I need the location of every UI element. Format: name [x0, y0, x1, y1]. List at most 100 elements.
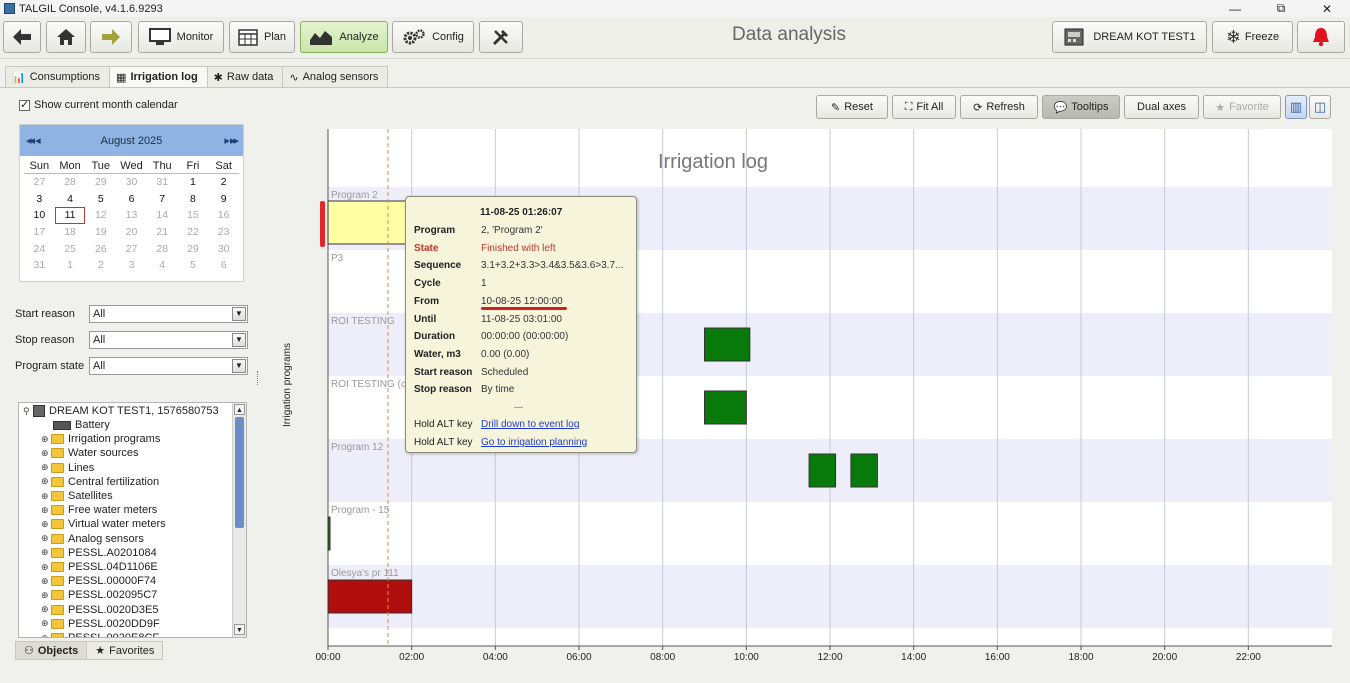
calendar-day[interactable]: 30 [116, 174, 147, 191]
calendar-day[interactable]: 18 [55, 224, 86, 241]
tab-raw-data[interactable]: ✱ Raw data [206, 66, 284, 87]
tree-root[interactable]: ⚲ DREAM KOT TEST1, 1576580753 [23, 404, 219, 418]
calendar-day[interactable]: 20 [116, 224, 147, 241]
calendar-day[interactable]: 19 [85, 224, 116, 241]
calendar-day[interactable]: 13 [116, 207, 147, 224]
calendar-day[interactable]: 5 [85, 191, 116, 208]
calendar-day[interactable]: 29 [85, 174, 116, 191]
calendar-day[interactable]: 10 [24, 207, 55, 224]
tree-expand-icon[interactable]: ⊕ [41, 533, 51, 544]
calendar-day[interactable]: 26 [85, 241, 116, 258]
calendar-day[interactable]: 23 [208, 224, 239, 241]
program-run-bar[interactable] [850, 453, 878, 488]
tab-consumptions[interactable]: 📊 Consumptions [5, 66, 111, 87]
tree-expand-icon[interactable]: ⊕ [41, 618, 51, 629]
calendar-day[interactable]: 12 [85, 207, 116, 224]
calendar-day[interactable]: 4 [55, 191, 86, 208]
calendar-day[interactable]: 3 [24, 191, 55, 208]
freeze-button[interactable]: ❄ Freeze [1212, 21, 1293, 53]
reset-button[interactable]: ✎ Reset [816, 95, 888, 119]
calendar-day[interactable]: 1 [178, 174, 209, 191]
tree-item[interactable]: ⊕ Free water meters [41, 503, 157, 517]
refresh-button[interactable]: ⟳ Refresh [960, 95, 1038, 119]
program-state-select[interactable]: All ▼ [89, 357, 248, 375]
tree-expand-icon[interactable]: ⊕ [41, 590, 51, 601]
tab-favorites[interactable]: ★ Favorites [86, 641, 164, 660]
calendar-day[interactable]: 5 [178, 257, 209, 274]
tree-item[interactable]: ⊕ Virtual water meters [41, 517, 166, 531]
tree-item[interactable]: ⊕ PESSL.0020E8CF [41, 631, 159, 638]
calendar-day[interactable]: 24 [24, 241, 55, 258]
favorite-button[interactable]: ★ Favorite [1203, 95, 1281, 119]
tab-objects[interactable]: ⚇ Objects [15, 641, 88, 660]
layout-single-button[interactable]: ◫ [1309, 95, 1331, 119]
calendar-day[interactable]: 21 [147, 224, 178, 241]
calendar-day[interactable]: 6 [116, 191, 147, 208]
tree-item[interactable]: ⊕ Irrigation programs [41, 432, 160, 446]
calendar-day[interactable]: 3 [116, 257, 147, 274]
program-run-bar[interactable] [704, 327, 751, 362]
calendar-day[interactable]: 9 [208, 191, 239, 208]
tree-expand-icon[interactable]: ⊕ [41, 462, 51, 473]
controller-button[interactable]: DREAM KOT TEST1 [1052, 21, 1207, 53]
program-run-bar[interactable] [327, 516, 331, 551]
calendar-day[interactable]: 27 [116, 241, 147, 258]
calendar-day[interactable]: 31 [147, 174, 178, 191]
tree-item[interactable]: ⊕ PESSL.0020D3E5 [41, 603, 159, 617]
tree-expand-icon[interactable]: ⊕ [41, 491, 51, 502]
monitor-button[interactable]: Monitor [138, 21, 224, 53]
tree-expand-icon[interactable]: ⊕ [41, 562, 51, 573]
tree-expand-icon[interactable]: ⊕ [41, 448, 51, 459]
tab-irrigation-log[interactable]: ▦ Irrigation log [109, 66, 208, 87]
calendar-day[interactable]: 14 [147, 207, 178, 224]
program-run-bar[interactable] [704, 390, 747, 425]
calendar-next-nav[interactable]: ▸ ▸▸ [207, 134, 239, 147]
start-reason-select[interactable]: All ▼ [89, 305, 248, 323]
stop-reason-select[interactable]: All ▼ [89, 331, 248, 349]
irrigation-planning-link[interactable]: Go to irrigation planning [481, 437, 587, 448]
fit-all-button[interactable]: ⛶ Fit All [892, 95, 956, 119]
scrollbar-thumb[interactable] [235, 417, 244, 528]
tree-expand-icon[interactable]: ⊕ [41, 505, 51, 516]
tree-expand-icon[interactable]: ⊕ [41, 476, 51, 487]
tooltips-toggle[interactable]: 💬 Tooltips [1042, 95, 1120, 119]
tree-expand-icon[interactable]: ⊕ [41, 633, 51, 638]
tree-item[interactable]: Battery [43, 418, 110, 432]
panel-splitter[interactable] [257, 371, 260, 385]
tree-expand-icon[interactable]: ⊕ [41, 547, 51, 558]
drill-down-link[interactable]: Drill down to event log [481, 419, 579, 430]
plan-button[interactable]: Plan [229, 21, 295, 53]
analyze-button[interactable]: Analyze [300, 21, 388, 53]
tree-expand-icon[interactable]: ⊕ [41, 576, 51, 587]
calendar-day[interactable]: 27 [24, 174, 55, 191]
calendar-day[interactable]: 2 [85, 257, 116, 274]
show-calendar-checkbox[interactable]: Show current month calendar [19, 98, 178, 111]
calendar-day-selected[interactable]: 11 [54, 207, 86, 225]
program-run-bar[interactable] [808, 453, 837, 488]
scroll-up-icon[interactable]: ▲ [234, 404, 245, 415]
dual-axes-button[interactable]: Dual axes [1124, 95, 1199, 119]
calendar-day[interactable]: 28 [55, 174, 86, 191]
calendar-day[interactable]: 7 [147, 191, 178, 208]
back-button[interactable] [3, 21, 41, 53]
tree-item[interactable]: ⊕ Analog sensors [41, 532, 144, 546]
maximize-button[interactable]: ⧉ [1258, 0, 1304, 17]
tree-expand-icon[interactable]: ⊕ [41, 604, 51, 615]
tree-item[interactable]: ⊕ Lines [41, 461, 94, 475]
program-run-bar[interactable] [327, 200, 407, 245]
calendar-day[interactable]: 17 [24, 224, 55, 241]
calendar-day[interactable]: 6 [208, 257, 239, 274]
alarm-button[interactable] [1297, 21, 1345, 53]
config-button[interactable]: Config [392, 21, 474, 53]
tree-scrollbar[interactable]: ▲ ▼ [232, 403, 246, 637]
tree-item[interactable]: ⊕ PESSL.0020DD9F [41, 617, 160, 631]
calendar-day[interactable]: 25 [55, 241, 86, 258]
calendar-day[interactable]: 28 [147, 241, 178, 258]
calendar-prev-nav[interactable]: ◂◂ ◂ [26, 134, 56, 147]
tree-item[interactable]: ⊕ PESSL.00000F74 [41, 574, 156, 588]
tree-item[interactable]: ⊕ PESSL.A0201084 [41, 546, 157, 560]
scroll-down-icon[interactable]: ▼ [234, 624, 245, 635]
calendar-day[interactable]: 2 [208, 174, 239, 191]
calendar-day[interactable]: 22 [178, 224, 209, 241]
calendar-day[interactable]: 8 [178, 191, 209, 208]
